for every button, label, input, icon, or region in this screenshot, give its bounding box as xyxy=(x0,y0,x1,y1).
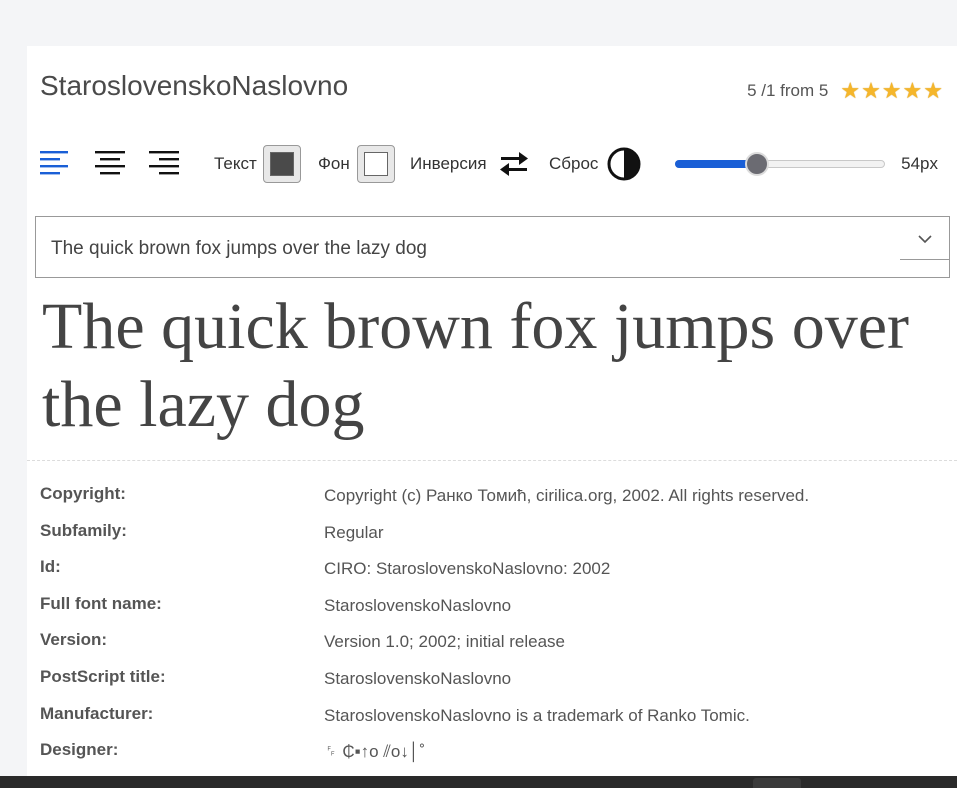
star-icon[interactable]: ★ xyxy=(882,80,902,102)
info-key: Designer: xyxy=(40,740,119,760)
info-value: CIRO: StaroslovenskoNaslovno: 2002 xyxy=(324,559,611,579)
info-row: Subfamily: Regular xyxy=(40,521,940,558)
info-value: StaroslovenskoNaslovno xyxy=(324,595,512,615)
reset-button[interactable] xyxy=(607,147,641,181)
taskbar xyxy=(0,776,957,788)
info-row: Full font name: StaroslovenskoNaslovno xyxy=(40,594,940,631)
info-row: PostScript title: StaroslovenskoNaslovno xyxy=(40,667,940,704)
info-value: Regular xyxy=(324,522,384,542)
star-icon[interactable]: ★ xyxy=(861,80,881,102)
info-value: ␌ ₵▪↑o ⫽o↓│˚ xyxy=(324,742,426,762)
slider-thumb[interactable] xyxy=(745,152,769,176)
info-key: Subfamily: xyxy=(40,520,127,540)
font-preview: The quick brown fox jumps over the lazy … xyxy=(42,290,909,441)
align-center-icon xyxy=(95,151,125,175)
font-card: StaroslovenskoNaslovno 5 /1 from 5 ★ ★ ★… xyxy=(27,46,957,776)
align-right-icon xyxy=(149,151,179,175)
text-color-swatch xyxy=(270,152,294,176)
align-center-button[interactable] xyxy=(94,146,128,180)
chevron-down-icon xyxy=(918,235,932,244)
info-key: Id: xyxy=(40,557,61,577)
font-info-table: Copyright: Copyright (c) Ранко Томић, cir… xyxy=(40,484,940,777)
align-right-button[interactable] xyxy=(148,146,182,180)
sample-select-value: The quick brown fox jumps over the lazy … xyxy=(51,238,427,259)
info-row: Designer: ␌ ₵▪↑o ⫽o↓│˚ xyxy=(40,740,940,777)
bg-color-label: Фон xyxy=(318,154,350,173)
rating-stars[interactable]: ★ ★ ★ ★ ★ xyxy=(840,80,943,102)
swap-arrows-icon xyxy=(500,152,528,176)
reset-label: Сброс xyxy=(549,154,599,173)
rating-text: 5 /1 from 5 xyxy=(747,81,829,100)
align-left-button[interactable] xyxy=(39,146,73,180)
inversion-button[interactable] xyxy=(497,147,531,181)
star-icon[interactable]: ★ xyxy=(840,80,860,102)
info-row: Manufacturer: StaroslovenskoNaslovno is a… xyxy=(40,704,940,741)
bg-color-button[interactable] xyxy=(357,145,395,183)
font-size-slider[interactable] xyxy=(675,152,885,176)
align-left-icon xyxy=(40,151,68,175)
info-key: Full font name: xyxy=(40,593,162,613)
info-value: StaroslovenskoNaslovno xyxy=(324,668,512,688)
rating: 5 /1 from 5 ★ ★ ★ ★ ★ xyxy=(747,80,943,102)
info-value: StaroslovenskoNaslovno is a trademark of… xyxy=(324,705,750,725)
taskbar-tab[interactable] xyxy=(753,778,801,788)
contrast-icon xyxy=(607,147,641,181)
text-color-button[interactable] xyxy=(263,145,301,183)
info-key: PostScript title: xyxy=(40,666,166,686)
info-value: Version 1.0; 2002; initial release xyxy=(324,632,565,652)
select-toggle[interactable] xyxy=(900,216,950,260)
divider xyxy=(27,460,957,461)
bg-color-swatch xyxy=(364,152,388,176)
info-value: Copyright (c) Ранко Томић, cirilica.org,… xyxy=(324,486,810,505)
text-color-label: Текст xyxy=(214,154,257,173)
star-icon[interactable]: ★ xyxy=(903,80,923,102)
font-size-value: 54px xyxy=(901,154,938,173)
info-key: Version: xyxy=(40,630,108,650)
font-title: StaroslovenskoNaslovno xyxy=(40,70,349,101)
toolbar: Текст Фон Инверсия Сброс 54px xyxy=(27,142,957,188)
star-icon[interactable]: ★ xyxy=(923,80,943,102)
info-row: Id: CIRO: StaroslovenskoNaslovno: 2002 xyxy=(40,557,940,594)
sample-text-select[interactable]: The quick brown fox jumps over the lazy … xyxy=(35,216,950,278)
inversion-label: Инверсия xyxy=(410,154,487,173)
info-key: Copyright: xyxy=(40,484,126,503)
info-key: Manufacturer: xyxy=(40,703,154,723)
info-row: Version: Version 1.0; 2002; initial relea… xyxy=(40,630,940,667)
info-row: Copyright: Copyright (c) Ранко Томић, cir… xyxy=(40,484,940,521)
